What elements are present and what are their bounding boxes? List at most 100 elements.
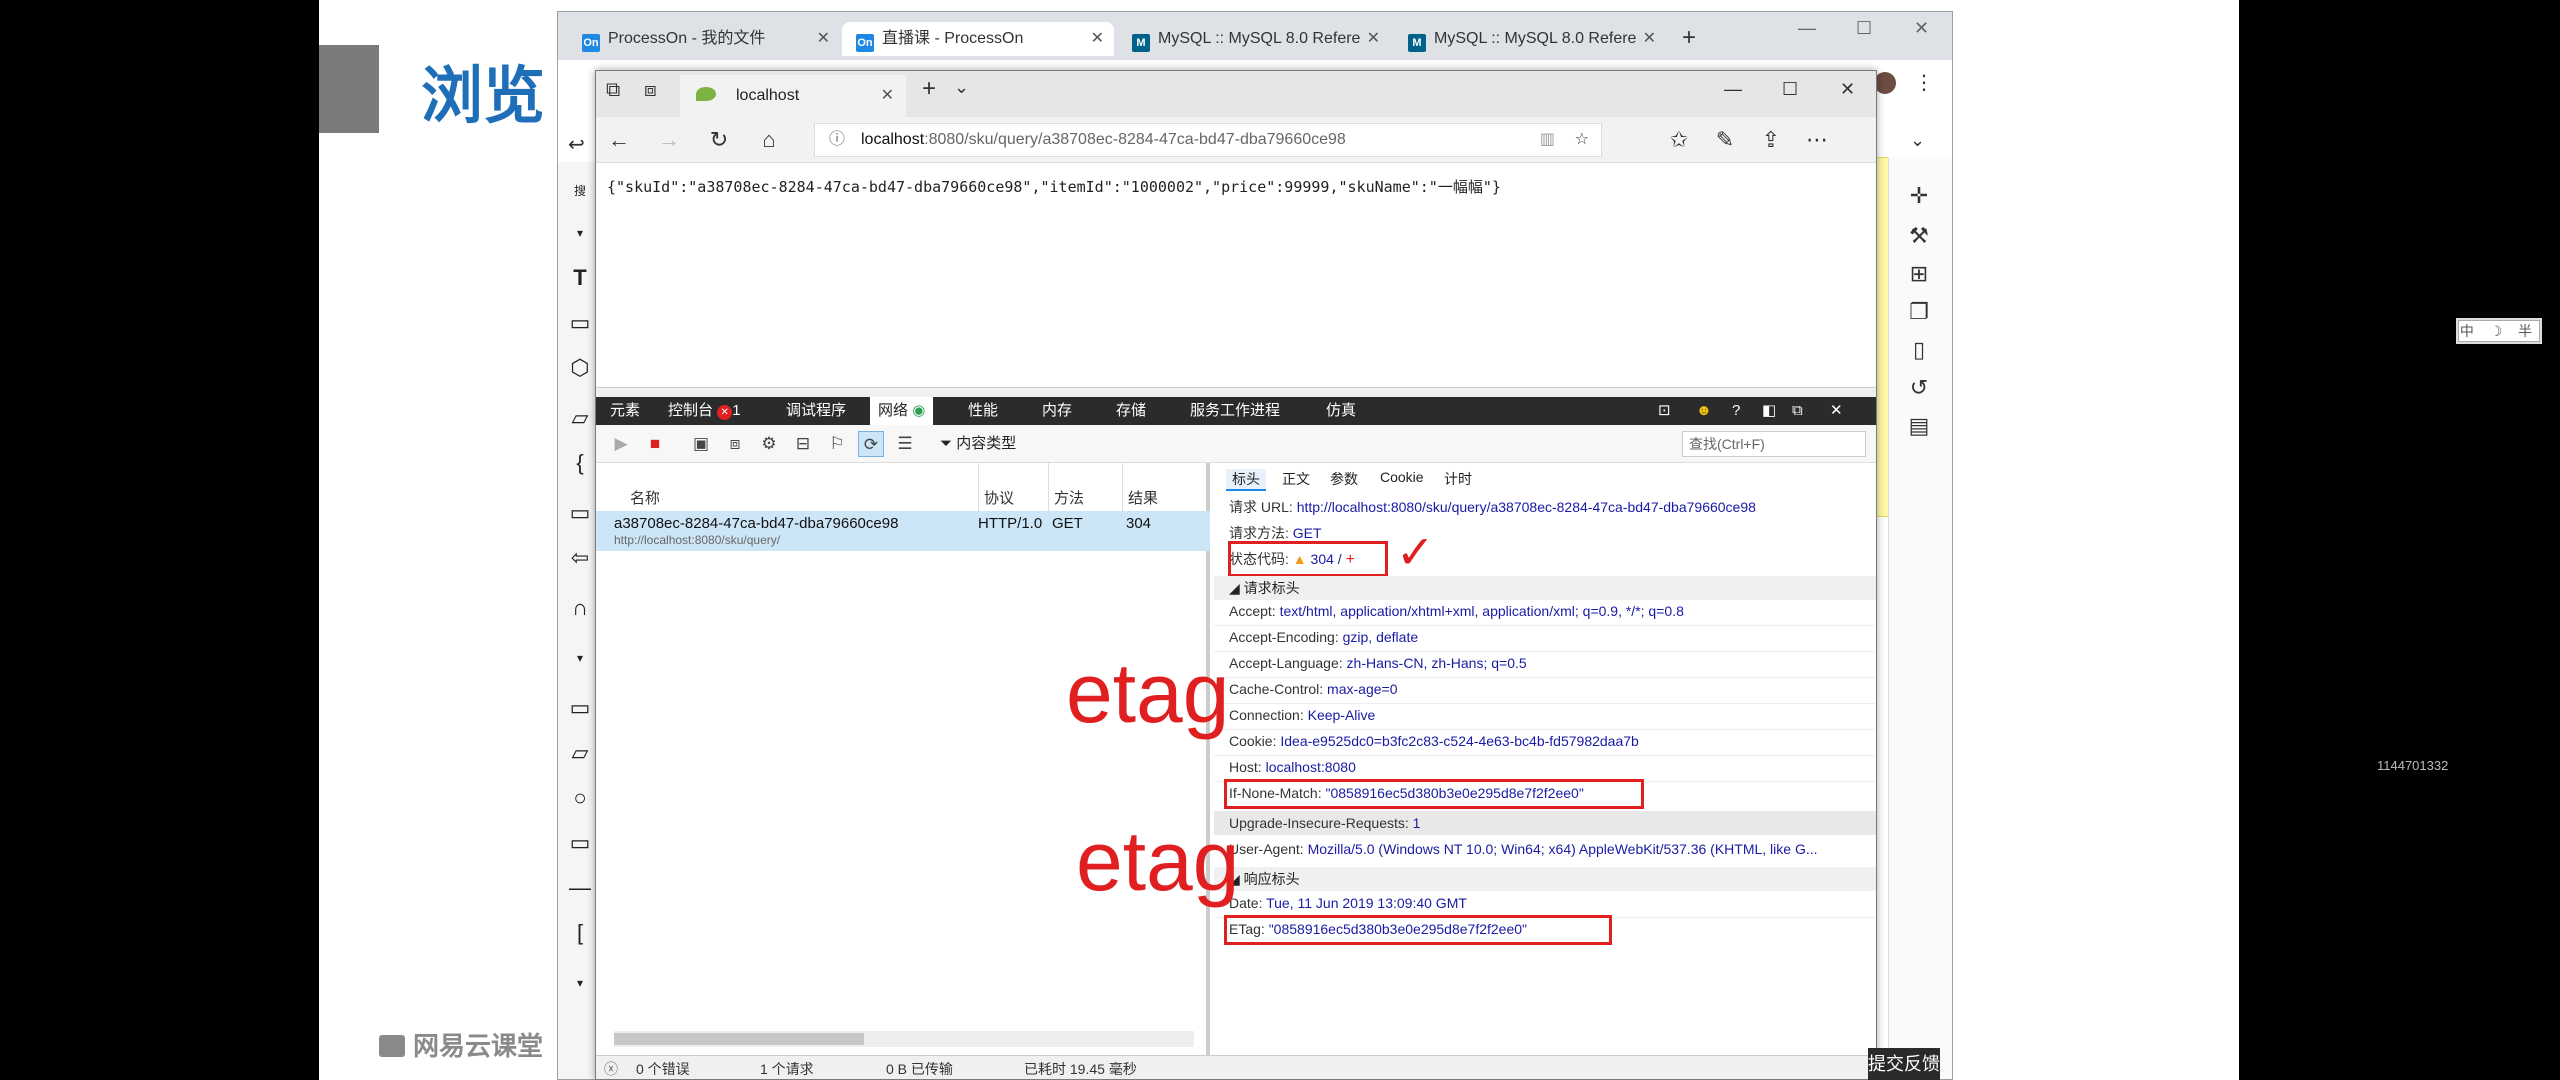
col-header-protocol[interactable]: 协议 bbox=[984, 487, 1014, 508]
set-aside-tabs-icon[interactable]: ⧈ bbox=[644, 79, 657, 102]
clear-cache-icon[interactable]: ⚙ bbox=[756, 431, 782, 457]
horizontal-scrollbar[interactable] bbox=[614, 1031, 1194, 1047]
always-refresh-icon[interactable]: ⟳ bbox=[858, 431, 884, 457]
data-shape-icon[interactable]: ▱ bbox=[568, 742, 592, 764]
help-icon[interactable]: ? bbox=[1732, 397, 1740, 425]
dock-icon[interactable]: ◧ bbox=[1762, 397, 1776, 425]
menu-dots-icon[interactable]: ⋮ bbox=[1914, 70, 1934, 95]
save-icon[interactable]: ▣ bbox=[688, 431, 714, 457]
maximize-icon[interactable]: ☐ bbox=[1782, 79, 1798, 100]
col-header-name[interactable]: 名称 bbox=[630, 487, 660, 508]
tab-elements[interactable]: 元素 bbox=[610, 397, 640, 425]
minimize-icon[interactable]: — bbox=[1798, 18, 1816, 39]
close-icon[interactable]: ✕ bbox=[881, 75, 894, 117]
content-type-filter[interactable]: ⏷ 内容类型 bbox=[940, 431, 1016, 457]
hexagon-shape-icon[interactable]: ⬡ bbox=[568, 357, 592, 379]
tab-preview-icon[interactable]: ⧉ bbox=[606, 79, 620, 102]
comment-icon[interactable]: ▤ bbox=[1905, 412, 1933, 440]
response-headers-section[interactable]: ◢ 响应标头 bbox=[1214, 867, 1876, 891]
minimize-icon[interactable]: — bbox=[1724, 79, 1742, 100]
column-divider[interactable] bbox=[1048, 463, 1049, 511]
share-icon[interactable]: ⇪ bbox=[1748, 117, 1794, 163]
close-icon[interactable]: ✕ bbox=[817, 22, 830, 56]
document-icon[interactable]: ▯ bbox=[1905, 336, 1933, 364]
devtools-splitter[interactable] bbox=[596, 387, 1876, 397]
import-icon[interactable]: ⧈ bbox=[722, 431, 748, 457]
chevron-double-down-icon[interactable]: ⌄ bbox=[1910, 130, 1925, 151]
maximize-icon[interactable]: ☐ bbox=[1856, 18, 1872, 39]
tab-emulation[interactable]: 仿真 bbox=[1326, 397, 1356, 425]
table-row[interactable]: a38708ec-8284-47ca-bd47-dba79660ce98 htt… bbox=[596, 511, 1210, 551]
arrow-shape-icon[interactable]: ⇦ bbox=[568, 547, 592, 569]
browser-tab[interactable]: M MySQL :: MySQL 8.0 Refere ✕ bbox=[1118, 22, 1390, 56]
close-icon[interactable]: ✕ bbox=[1643, 22, 1656, 56]
refresh-icon[interactable]: ↻ bbox=[696, 117, 742, 163]
request-headers-section[interactable]: ◢ 请求标头 bbox=[1214, 576, 1876, 600]
column-divider[interactable] bbox=[1122, 463, 1123, 511]
tab-console[interactable]: 控制台 ✕ 1 bbox=[668, 397, 741, 425]
browser-tab-active[interactable]: On 直播课 - ProcessOn ✕ bbox=[842, 22, 1114, 56]
feedback-button[interactable]: 提交反馈 bbox=[1868, 1048, 1940, 1080]
pen-icon[interactable]: ✎ bbox=[1702, 117, 1748, 163]
browser-tab[interactable]: M MySQL :: MySQL 8.0 Refere ✕ bbox=[1394, 22, 1666, 56]
favorites-icon[interactable]: ✩ bbox=[1656, 117, 1702, 163]
format-icon[interactable]: ⚒ bbox=[1905, 222, 1933, 250]
navigator-icon[interactable]: ✛ bbox=[1905, 182, 1933, 210]
process-shape-icon[interactable]: ▭ bbox=[568, 697, 592, 719]
chevron-down-icon[interactable]: ⌄ bbox=[954, 77, 969, 98]
close-window-icon[interactable]: ✕ bbox=[1840, 79, 1855, 100]
feedback-smiley-icon[interactable]: ☻ bbox=[1696, 397, 1712, 425]
back-arrow-icon[interactable]: ↩ bbox=[568, 132, 585, 157]
tab-debugger[interactable]: 调试程序 bbox=[786, 397, 846, 425]
document-shape-icon[interactable]: ▭ bbox=[568, 832, 592, 854]
bracket-shape-icon[interactable]: [ bbox=[568, 922, 592, 944]
new-tab-button[interactable]: + bbox=[922, 75, 936, 103]
col-header-result[interactable]: 结果 bbox=[1128, 487, 1158, 508]
browser-tab[interactable]: On ProcessOn - 我的文件 ✕ bbox=[568, 22, 840, 56]
tab-headers[interactable]: 标头 bbox=[1226, 469, 1266, 491]
favorite-star-icon[interactable]: ☆ bbox=[1575, 124, 1589, 156]
tab-body[interactable]: 正文 bbox=[1282, 469, 1310, 489]
reading-view-icon[interactable]: ▥ bbox=[1540, 124, 1555, 156]
parallelogram-shape-icon[interactable]: ▱ bbox=[568, 407, 592, 429]
tab-service-workers[interactable]: 服务工作进程 bbox=[1190, 397, 1280, 425]
scrollbar-thumb[interactable] bbox=[614, 1033, 864, 1045]
close-icon[interactable]: ✕ bbox=[1091, 22, 1104, 56]
console-toggle-icon[interactable]: ⊡ bbox=[1658, 397, 1671, 425]
ime-indicator[interactable]: 中 ☽ 半 bbox=[2458, 320, 2540, 342]
tab-network[interactable]: 网络 ◉ bbox=[870, 397, 934, 425]
close-window-icon[interactable]: ✕ bbox=[1914, 18, 1929, 39]
back-arrow-icon[interactable]: ← bbox=[596, 117, 642, 163]
curve-shape-icon[interactable]: ∩ bbox=[568, 597, 592, 619]
layout-icon[interactable]: ⊞ bbox=[1905, 260, 1933, 288]
search-icon[interactable]: 搜 bbox=[568, 180, 592, 202]
close-icon[interactable]: ✕ bbox=[1367, 22, 1380, 56]
line-shape-icon[interactable]: — bbox=[568, 877, 592, 899]
edge-tab[interactable]: localhost ✕ bbox=[680, 75, 906, 117]
col-header-method[interactable]: 方法 bbox=[1054, 487, 1084, 508]
clear-cookies-icon[interactable]: ⚐ bbox=[824, 431, 850, 457]
tab-timing[interactable]: 计时 bbox=[1444, 469, 1472, 489]
find-input[interactable]: 查找(Ctrl+F) bbox=[1682, 431, 1866, 457]
undock-icon[interactable]: ⧉ bbox=[1792, 397, 1803, 425]
collapse-arrow-icon[interactable]: ▾ bbox=[568, 647, 592, 669]
tab-cookie[interactable]: Cookie bbox=[1380, 469, 1424, 485]
address-bar[interactable]: ⓘ localhost:8080/sku/query/a38708ec-8284… bbox=[814, 123, 1602, 157]
collapse-arrow-icon[interactable]: ▾ bbox=[568, 222, 592, 244]
more-icon[interactable]: ⋯ bbox=[1794, 117, 1840, 163]
close-devtools-icon[interactable]: ✕ bbox=[1830, 397, 1843, 425]
stop-record-icon[interactable]: ■ bbox=[642, 431, 668, 457]
avatar[interactable] bbox=[1874, 72, 1896, 94]
rectangle-shape-icon[interactable]: ▭ bbox=[568, 502, 592, 524]
home-icon[interactable]: ⌂ bbox=[746, 117, 792, 163]
history-icon[interactable]: ↺ bbox=[1905, 374, 1933, 402]
play-icon[interactable]: ▶ bbox=[608, 431, 634, 457]
clear-entries-icon[interactable]: ☰ bbox=[892, 431, 918, 457]
circle-shape-icon[interactable]: ○ bbox=[568, 787, 592, 809]
tab-params[interactable]: 参数 bbox=[1330, 469, 1358, 489]
new-tab-button[interactable]: + bbox=[1682, 24, 1696, 52]
brace-shape-icon[interactable]: { bbox=[568, 452, 592, 474]
text-shape-icon[interactable]: T bbox=[568, 267, 592, 289]
clear-session-icon[interactable]: ⊟ bbox=[790, 431, 816, 457]
tab-performance[interactable]: 性能 bbox=[968, 397, 998, 425]
